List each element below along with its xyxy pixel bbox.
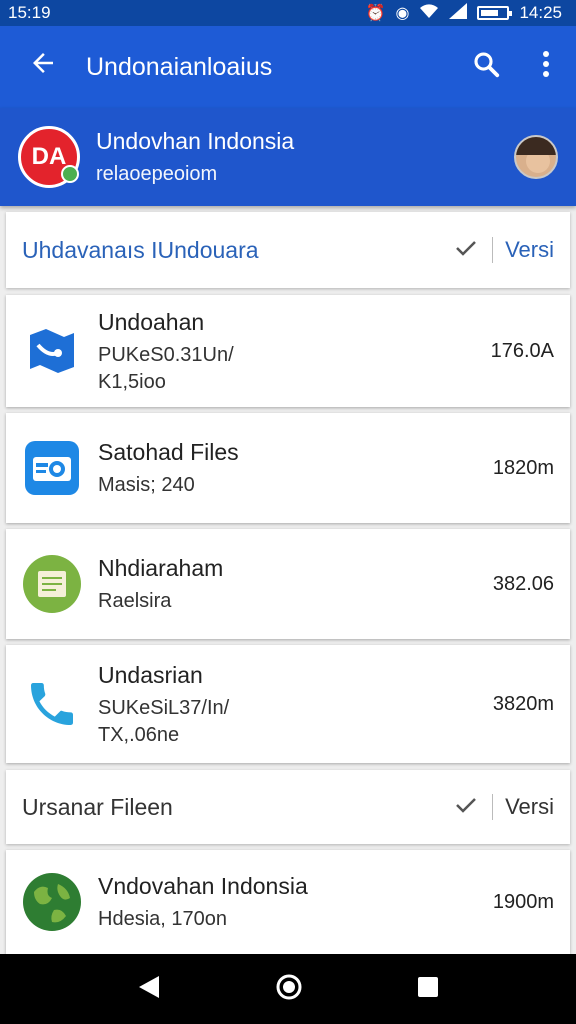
nav-recents-icon[interactable] [417,976,439,1003]
version-label[interactable]: Versi [505,794,554,820]
list-item[interactable]: Satohad Files Masis; 240 1820m [6,413,570,523]
item-size: 1900m [492,890,554,913]
nav-home-icon[interactable] [275,973,303,1006]
search-icon[interactable] [456,49,516,86]
section-header-2[interactable]: Ursanar Fileen Versi [6,770,570,844]
item-detail-2: K1,5ioo [98,370,166,393]
section-title: Uhdavanaıs IUndouara [22,236,259,263]
wifi-icon [419,3,439,24]
online-status-icon [61,165,79,183]
item-size: 382.06 [492,572,554,595]
back-arrow-icon[interactable] [0,48,86,86]
document-icon [22,554,82,614]
brand-logo: DA [18,126,80,188]
system-nav-bar [0,954,576,1024]
account-header[interactable]: DA Undovhan Indonsia relaoepeoiom [0,108,576,206]
alarm-icon: ⏰ [365,5,386,22]
item-name: Nhdiaraham [98,555,224,581]
item-size: 176.0A [490,339,554,362]
item-size: 1820m [492,456,554,479]
list-item[interactable]: Nhdiaraham Raelsira 382.06 [6,529,570,639]
status-time-left: 15:19 [8,3,51,22]
status-time: 14:25 [519,3,562,22]
version-label[interactable]: Versi [505,237,554,263]
globe-icon [22,872,82,932]
item-name: Vndovahan Indonsia [98,873,308,899]
section-title: Ursanar Fileen [22,793,173,820]
map-icon [22,321,82,381]
phone-icon [22,674,82,734]
account-name: Undovhan Indonsia [96,128,295,154]
item-name: Undasrian [98,661,203,688]
app-bar: Undonaianloaius [0,26,576,108]
status-bar: 15:19 ⏰ ◉ 14:25 [0,0,576,26]
checkmark-icon[interactable] [444,237,488,263]
list-item[interactable]: Undoahan PUKeS0.31Un/ K1,5ioo 176.0A [6,295,570,407]
divider [492,794,494,820]
list-item[interactable]: Vndovahan Indonsia Hdesia, 170on 1900m [6,850,570,954]
section-header-1[interactable]: Uhdavanaıs IUndouara Versi [6,212,570,288]
nav-back-icon[interactable] [137,974,161,1005]
battery-icon [477,6,513,20]
item-name: Undoahan [98,308,205,335]
more-options-icon[interactable] [516,50,576,85]
signal-icon [449,2,468,24]
item-detail: PUKeS0.31Un/ [98,343,234,366]
sync-icon: ◉ [395,5,410,22]
item-name: Satohad Files [98,439,239,465]
app-title: Undonaianloaius [86,52,273,81]
item-detail: SUKeSiL37/In/ [98,696,230,719]
item-detail: Masis; 240 [98,474,195,496]
avatar[interactable] [514,135,558,179]
checkmark-icon[interactable] [444,794,488,820]
list-item[interactable]: Undasrian SUKeSiL37/In/ TX,.06ne 3820m [6,645,570,763]
account-email: relaoepeoiom [96,163,218,185]
item-detail: Raelsira [98,590,172,612]
camera-folder-icon [22,438,82,498]
item-detail: Hdesia, 170on [98,908,227,930]
item-detail-2: TX,.06ne [98,723,180,746]
item-size: 3820m [492,692,554,715]
divider [492,237,494,263]
